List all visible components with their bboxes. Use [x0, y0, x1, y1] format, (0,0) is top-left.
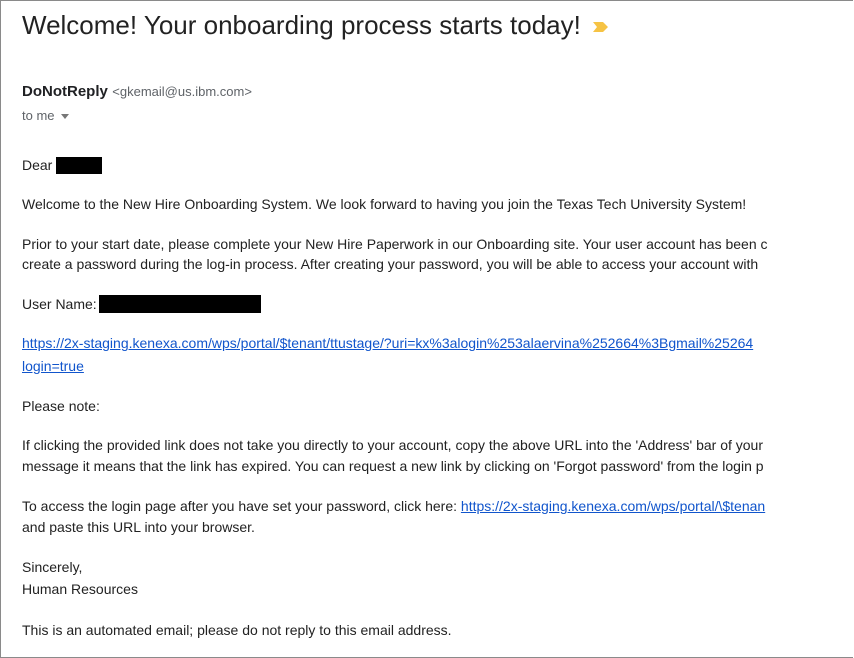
redacted-username	[98, 295, 261, 313]
access-paragraph-line-1: To access the login page after you have …	[22, 496, 765, 516]
email-view: Welcome! Your onboarding process starts …	[0, 0, 853, 658]
access-paragraph-line-2: and paste this URL into your browser.	[22, 519, 255, 535]
access-text: To access the login page after you have …	[22, 498, 461, 514]
login-link-line-2: login=true	[22, 356, 84, 376]
access-login-link[interactable]: https://2x-staging.kenexa.com/wps/portal…	[461, 498, 765, 514]
redacted-name	[56, 157, 103, 174]
email-subject: Welcome! Your onboarding process starts …	[22, 10, 581, 40]
welcome-paragraph: Welcome to the New Hire Onboarding Syste…	[22, 196, 747, 212]
prior-paragraph-line-1: Prior to your start date, please complet…	[22, 236, 768, 252]
recipient-details-toggle[interactable]: to me	[22, 108, 69, 123]
to-me-label: to me	[22, 108, 55, 123]
please-note: Please note:	[22, 398, 100, 414]
automated-notice: This is an automated email; please do no…	[22, 622, 452, 638]
sincerely: Sincerely,	[22, 559, 83, 575]
login-link-line-1: https://2x-staging.kenexa.com/wps/portal…	[22, 333, 753, 353]
greeting: Dear	[22, 157, 53, 173]
prior-paragraph-line-2: create a password during the log-in proc…	[22, 256, 759, 272]
sender-line: DoNotReply <gkemail@us.ibm.com>	[22, 83, 252, 101]
username-label: User Name:	[22, 296, 97, 312]
clicking-paragraph-line-1: If clicking the provided link does not t…	[22, 437, 764, 453]
login-link-continued[interactable]: login=true	[22, 358, 84, 374]
clicking-paragraph-line-2: message it means that the link has expir…	[22, 458, 764, 474]
sender-name[interactable]: DoNotReply	[22, 83, 108, 100]
subject-row: Welcome! Your onboarding process starts …	[22, 10, 611, 41]
important-marker-icon[interactable]	[591, 17, 611, 37]
username-line: User Name:	[22, 294, 261, 314]
sender-email: <gkemail@us.ibm.com>	[112, 84, 252, 99]
chevron-down-icon[interactable]	[60, 113, 69, 119]
login-link[interactable]: https://2x-staging.kenexa.com/wps/portal…	[22, 335, 753, 351]
greeting-line: Dear	[22, 155, 103, 175]
signature: Human Resources	[22, 581, 138, 597]
